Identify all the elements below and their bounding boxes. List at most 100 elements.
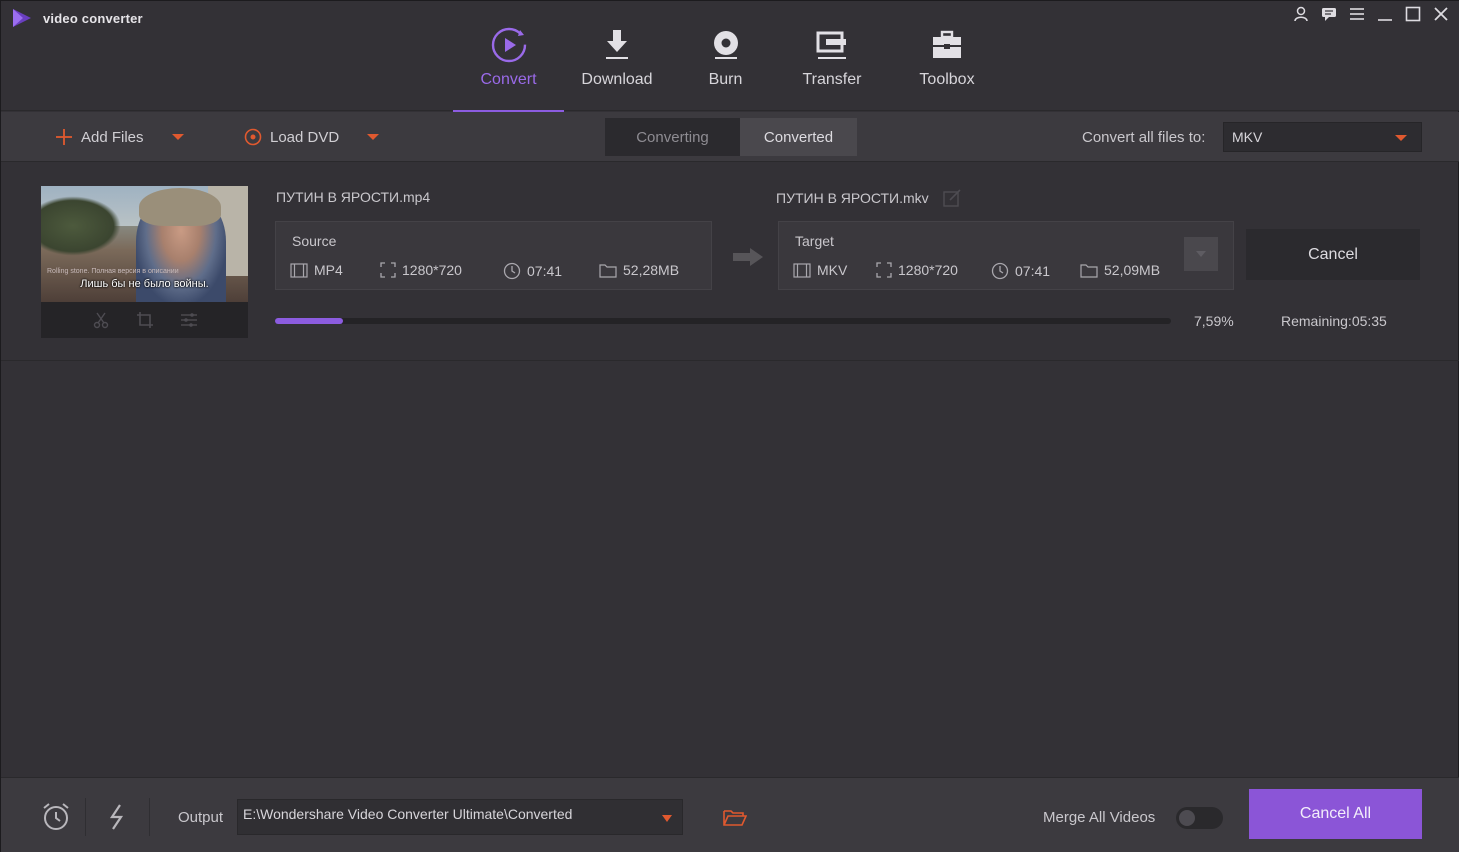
source-format-value: MP4 [314,262,343,278]
open-folder-icon[interactable] [723,808,747,828]
load-dvd-dropdown-icon[interactable] [367,134,380,140]
source-info-box: Source MP4 1280*720 07:41 52,28MB [275,221,712,290]
cancel-all-button[interactable]: Cancel All [1249,789,1422,839]
tab-convert[interactable]: Convert [453,1,564,112]
toolbar: Add Files Load DVD Converting Converted … [1,112,1459,162]
merge-all-label: Merge All Videos [1043,809,1156,826]
target-resolution-value: 1280*720 [898,262,958,278]
resolution-icon [876,262,892,278]
target-duration-value: 07:41 [1015,263,1051,279]
crop-icon[interactable] [136,311,154,329]
status-tabs: Converting Converted [605,118,857,156]
source-title: Source [292,233,337,249]
toggle-knob [1179,810,1195,826]
trim-icon[interactable] [92,311,110,329]
target-filename-row: ПУТИН В ЯРОСТИ.mkv [776,189,961,207]
conversion-progress-bar [275,318,1171,324]
output-path-select[interactable]: E:\Wondershare Video Converter Ultimate\… [237,799,683,835]
source-filename: ПУТИН В ЯРОСТИ.mp4 [276,189,431,205]
target-settings-dropdown[interactable] [1184,237,1218,271]
add-files-button[interactable]: Add Files [55,112,184,162]
convert-icon [490,25,528,65]
clock-icon [503,262,521,280]
app-title: video converter [43,10,143,26]
add-files-dropdown-icon[interactable] [171,134,184,140]
chevron-down-icon [662,815,672,822]
remaining-time: Remaining:05:35 [1281,313,1387,329]
user-icon[interactable] [1290,3,1312,25]
convert-all-label: Convert all files to: [1082,128,1206,146]
app-logo: video converter [11,8,143,28]
tab-download-label: Download [581,71,653,88]
folder-icon [599,263,617,278]
target-format-value: MKV [817,262,848,278]
chevron-down-icon [1196,251,1206,257]
tab-burn-label: Burn [708,71,743,88]
main-nav: Convert Download Burn Transfer Toolbox [453,1,1011,112]
edit-icon[interactable] [942,189,961,207]
merge-toggle[interactable] [1176,807,1223,829]
tab-convert-label: Convert [480,71,537,88]
target-info-box: Target MKV 1280*720 07:41 52,09MB [778,221,1234,290]
chevron-down-icon [1395,135,1407,141]
target-size-value: 52,09MB [1104,262,1161,278]
source-resolution: 1280*720 [380,262,462,278]
thumbnail-image: Rolling stone. Полная версия в описании … [41,186,248,302]
format-select[interactable]: MKV [1223,122,1422,152]
target-format: MKV [793,262,847,278]
resolution-icon [380,262,396,278]
progress-fill [275,318,343,324]
target-title: Target [795,233,834,249]
target-duration: 07:41 [991,262,1050,280]
minimize-icon[interactable] [1374,3,1396,25]
effects-icon[interactable] [180,311,198,329]
maximize-icon[interactable] [1402,3,1424,25]
tab-toolbox-label: Toolbox [919,71,975,88]
load-dvd-label: Load DVD [270,128,340,146]
format-value: MKV [1232,129,1263,145]
target-resolution: 1280*720 [876,262,958,278]
feedback-icon[interactable] [1318,3,1340,25]
film-icon [290,262,308,278]
folder-icon [1080,263,1098,278]
tab-toolbox[interactable]: Toolbox [883,1,1011,111]
source-size: 52,28MB [599,262,679,278]
tab-converted[interactable]: Converted [740,118,857,156]
alarm-clock-icon[interactable] [41,802,71,832]
thumbnail-subtitle-small: Rolling stone. Полная версия в описании [47,268,179,275]
clock-icon [991,262,1009,280]
arrow-right-icon [733,248,763,266]
video-thumbnail[interactable]: Rolling stone. Полная версия в описании … [41,186,248,338]
source-duration: 07:41 [503,262,562,280]
add-files-label: Add Files [81,128,144,146]
file-row: Rolling stone. Полная версия в описании … [1,163,1459,361]
progress-percent: 7,59% [1194,313,1234,329]
tab-transfer-label: Transfer [802,71,862,88]
tab-download[interactable]: Download [564,1,670,111]
output-path: E:\Wondershare Video Converter Ultimate\… [243,806,573,822]
plus-icon [56,129,72,145]
source-format: MP4 [290,262,343,278]
target-filename: ПУТИН В ЯРОСТИ.mkv [776,190,929,206]
logo-icon [13,9,31,27]
load-dvd-button[interactable]: Load DVD [244,112,380,162]
tab-converting[interactable]: Converting [605,118,740,156]
tab-transfer[interactable]: Transfer [781,1,883,111]
menu-icon[interactable] [1346,3,1368,25]
transfer-icon [814,25,850,65]
film-icon [793,262,811,278]
thumbnail-subtitle: Лишь бы не было войны. [80,278,209,290]
thumbnail-tools [41,302,248,338]
cancel-button[interactable]: Cancel [1246,229,1420,280]
download-icon [602,25,632,65]
close-icon[interactable] [1430,3,1452,25]
source-resolution-value: 1280*720 [402,262,462,278]
target-size: 52,09MB [1080,262,1160,278]
output-label: Output [178,809,224,826]
source-size-value: 52,28MB [623,262,680,278]
toolbox-icon [930,25,964,65]
burn-icon [710,25,742,65]
bottom-bar: Output E:\Wondershare Video Converter Ul… [1,777,1459,852]
tab-burn[interactable]: Burn [670,1,781,111]
high-speed-icon[interactable] [107,802,127,832]
